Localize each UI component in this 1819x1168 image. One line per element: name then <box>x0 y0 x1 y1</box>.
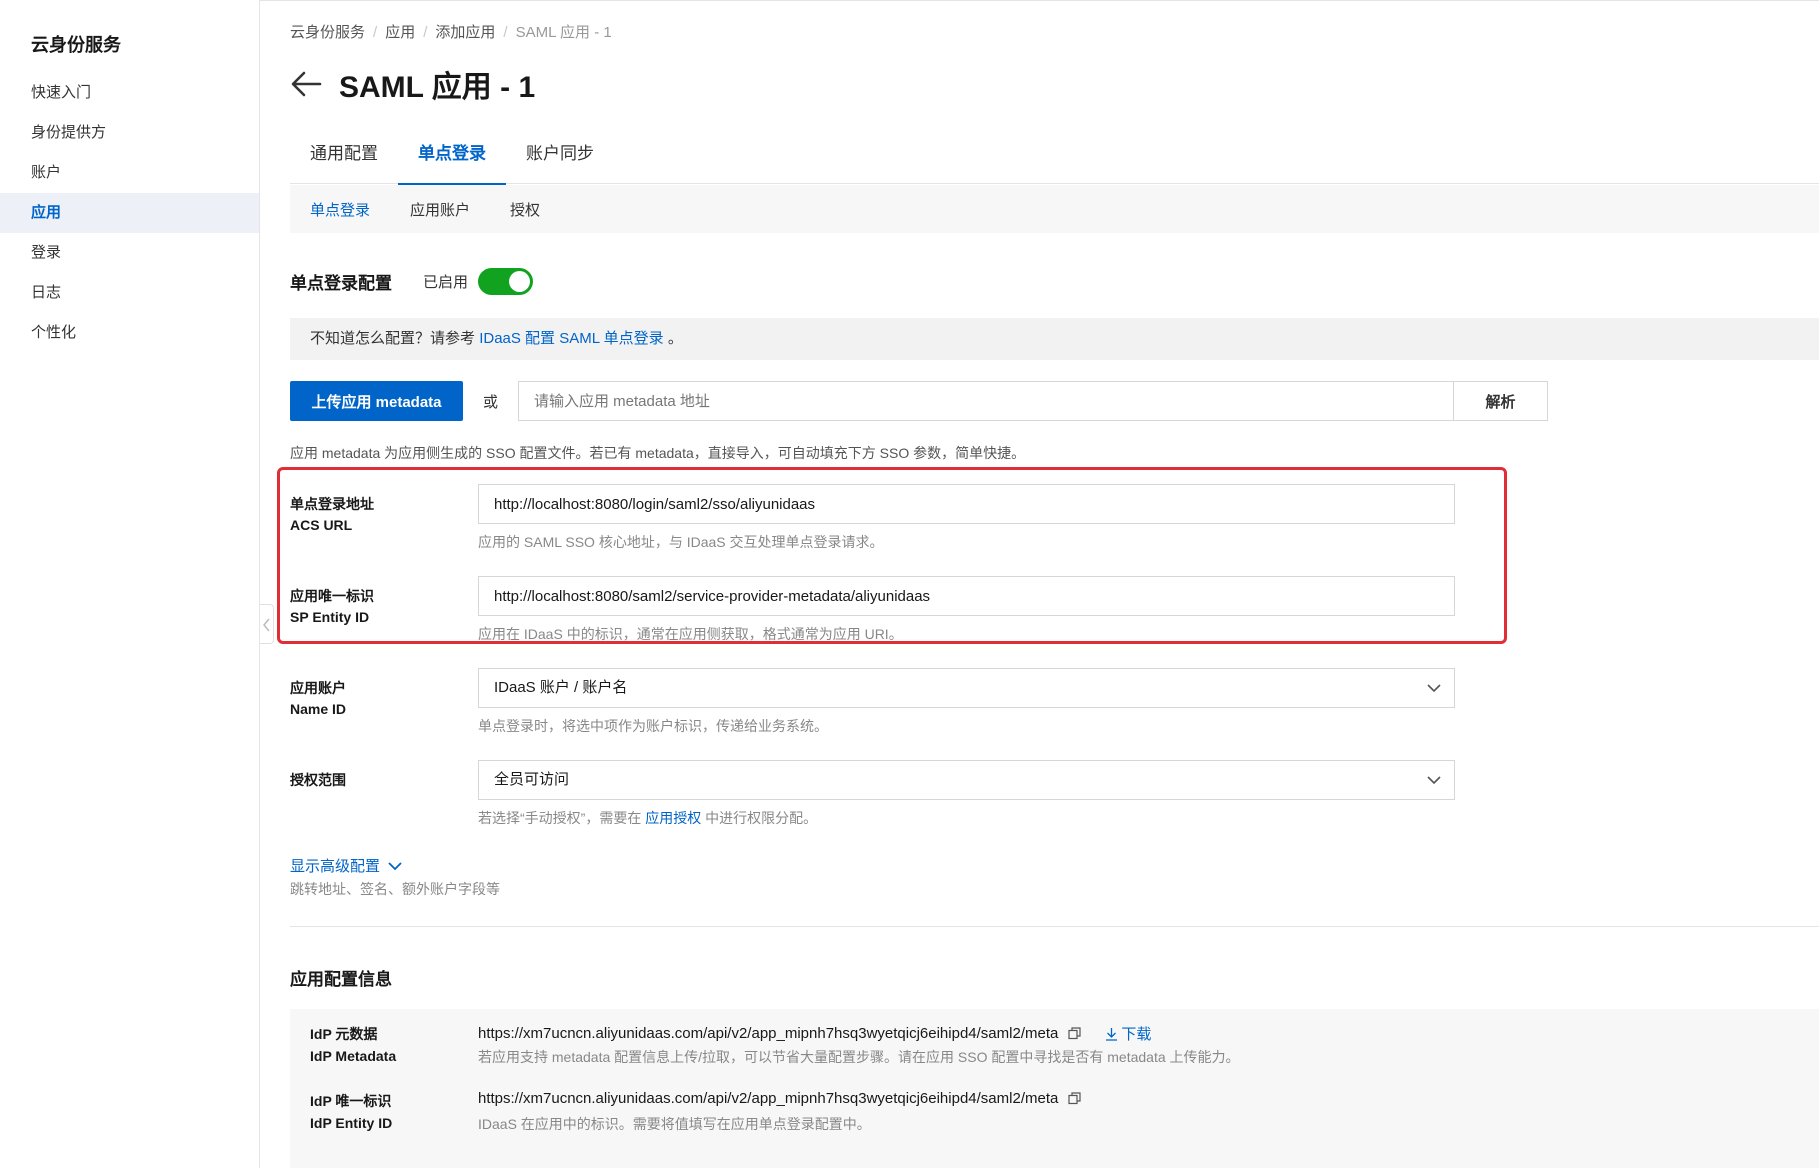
tip-suffix: 。 <box>667 330 683 347</box>
sso-enable-toggle[interactable] <box>478 267 534 295</box>
page-header: SAML 应用 - 1 <box>290 64 535 104</box>
sp-entity-id-label: 应用唯一标识 SP Entity ID <box>290 586 374 628</box>
sp-entity-id-label-en: SP Entity ID <box>290 609 370 625</box>
breadcrumb-current: SAML 应用 - 1 <box>515 24 612 41</box>
name-id-help: 单点登录时，将选中项作为账户标识，传递给业务系统。 <box>478 718 828 734</box>
chevron-down-icon <box>388 861 402 870</box>
subtab-single-sign-on[interactable]: 单点登录 <box>290 199 390 220</box>
auth-scope-label-cn: 授权范围 <box>290 772 346 788</box>
idp-metadata-label-cn: IdP 元数据 <box>310 1026 378 1042</box>
name-id-label-en: Name ID <box>290 701 347 717</box>
breadcrumb-item[interactable]: 云身份服务 <box>290 24 365 41</box>
chevron-down-icon <box>1427 684 1441 693</box>
back-arrow-icon[interactable] <box>290 67 324 101</box>
acs-url-label-en: ACS URL <box>290 517 353 533</box>
auth-scope-help-prefix: 若选择“手动授权”，需要在 <box>478 810 642 826</box>
idp-metadata-value-row: https://xm7ucncn.aliyunidaas.com/api/v2/… <box>478 1023 1151 1044</box>
parse-button[interactable]: 解析 <box>1453 381 1548 421</box>
acs-url-label: 单点登录地址 ACS URL <box>290 494 374 536</box>
copy-icon[interactable] <box>1068 1092 1081 1105</box>
breadcrumb-item[interactable]: 应用 <box>385 24 415 41</box>
name-id-label: 应用账户 Name ID <box>290 678 346 720</box>
breadcrumb-separator: / <box>423 24 428 41</box>
sidebar-item-login[interactable]: 登录 <box>0 233 259 273</box>
sidebar-item-applications[interactable]: 应用 <box>0 193 259 233</box>
sidebar-item-quickstart[interactable]: 快速入门 <box>0 73 259 113</box>
subtab-app-accounts[interactable]: 应用账户 <box>390 199 490 220</box>
main-tabs: 通用配置 单点登录 账户同步 <box>290 130 1819 185</box>
auth-scope-help: 若选择“手动授权”，需要在 应用授权 中进行权限分配。 <box>478 808 817 828</box>
show-advanced-config-toggle[interactable]: 显示高级配置 <box>290 855 402 876</box>
chevron-down-icon <box>1427 776 1441 785</box>
toggle-knob <box>509 270 531 292</box>
breadcrumb-separator: / <box>503 24 508 41</box>
tab-single-sign-on[interactable]: 单点登录 <box>398 130 506 185</box>
name-id-selected-value: IDaaS 账户 / 账户名 <box>494 679 628 696</box>
advanced-config-hint: 跳转地址、签名、额外账户字段等 <box>290 881 500 897</box>
metadata-import-row: 上传应用 metadata 或 解析 <box>290 381 1548 421</box>
idp-entity-id-label: IdP 唯一标识 IdP Entity ID <box>310 1090 392 1134</box>
breadcrumb: 云身份服务 / 应用 / 添加应用 / SAML 应用 - 1 <box>290 21 612 42</box>
sidebar-item-personalization[interactable]: 个性化 <box>0 313 259 353</box>
tip-text: 不知道怎么配置？请参考 <box>310 330 476 347</box>
acs-url-input[interactable] <box>478 484 1455 524</box>
sso-status-text: 已启用 <box>423 273 469 291</box>
sidebar-item-accounts[interactable]: 账户 <box>0 153 259 193</box>
idp-metadata-label: IdP 元数据 IdP Metadata <box>310 1023 396 1067</box>
breadcrumb-separator: / <box>373 24 378 41</box>
help-tip-banner: 不知道怎么配置？请参考 IDaaS 配置 SAML 单点登录 。 <box>290 318 1819 360</box>
sidebar-item-identity-providers[interactable]: 身份提供方 <box>0 113 259 153</box>
sidebar-collapse-handle[interactable] <box>260 604 274 644</box>
acs-url-help: 应用的 SAML SSO 核心地址，与 IDaaS 交互处理单点登录请求。 <box>478 534 884 550</box>
subtab-authorization[interactable]: 授权 <box>490 199 560 220</box>
sp-entity-id-help: 应用在 IDaaS 中的标识，通常在应用侧获取，格式通常为应用 URI。 <box>478 626 903 642</box>
idp-entity-id-label-en: IdP Entity ID <box>310 1115 393 1131</box>
app-config-info-panel: IdP 元数据 IdP Metadata https://xm7ucncn.al… <box>290 1009 1819 1168</box>
download-label: 下载 <box>1121 1026 1152 1043</box>
idp-metadata-url: https://xm7ucncn.aliyunidaas.com/api/v2/… <box>478 1025 1059 1042</box>
app-authorization-link[interactable]: 应用授权 <box>645 810 701 826</box>
app-config-info-title: 应用配置信息 <box>290 970 392 989</box>
sub-tabs: 单点登录 应用账户 授权 <box>290 185 1819 233</box>
download-metadata-link[interactable]: 下载 <box>1105 1023 1151 1044</box>
auth-scope-label: 授权范围 <box>290 770 346 791</box>
idp-metadata-label-en: IdP Metadata <box>310 1048 397 1064</box>
name-id-select[interactable]: IDaaS 账户 / 账户名 <box>478 668 1455 708</box>
sidebar-item-logs[interactable]: 日志 <box>0 273 259 313</box>
sidebar: 云身份服务 快速入门 身份提供方 账户 应用 登录 日志 个性化 <box>0 0 260 1168</box>
auth-scope-select[interactable]: 全员可访问 <box>478 760 1455 800</box>
copy-icon[interactable] <box>1068 1027 1081 1040</box>
page-title: SAML 应用 - 1 <box>339 71 536 104</box>
chevron-left-icon <box>263 618 270 632</box>
auth-scope-help-suffix: 中进行权限分配。 <box>705 810 818 826</box>
tip-doc-link[interactable]: IDaaS 配置 SAML 单点登录 <box>479 330 663 347</box>
acs-url-label-cn: 单点登录地址 <box>290 496 374 512</box>
name-id-label-cn: 应用账户 <box>290 680 346 696</box>
sso-config-label: 单点登录配置 <box>290 273 392 293</box>
idp-entity-id-value-row: https://xm7ucncn.aliyunidaas.com/api/v2/… <box>478 1090 1081 1107</box>
metadata-hint: 应用 metadata 为应用侧生成的 SSO 配置文件。若已有 metadat… <box>290 445 1026 461</box>
sidebar-nav: 快速入门 身份提供方 账户 应用 登录 日志 个性化 <box>0 73 259 353</box>
idp-entity-id-url: https://xm7ucncn.aliyunidaas.com/api/v2/… <box>478 1090 1059 1107</box>
sp-entity-id-input[interactable] <box>478 576 1455 616</box>
metadata-url-input[interactable] <box>518 381 1453 421</box>
idp-entity-id-label-cn: IdP 唯一标识 <box>310 1093 392 1109</box>
main-content: 云身份服务 / 应用 / 添加应用 / SAML 应用 - 1 SAML 应用 - 1 通用… <box>277 0 1819 1168</box>
sidebar-title: 云身份服务 <box>31 35 121 55</box>
download-icon <box>1106 1027 1118 1041</box>
idp-metadata-help: 若应用支持 metadata 配置信息上传/拉取，可以节省大量配置步骤。请在应用… <box>478 1049 1240 1065</box>
tab-account-sync[interactable]: 账户同步 <box>506 130 614 184</box>
breadcrumb-item[interactable]: 添加应用 <box>435 24 495 41</box>
upload-metadata-button[interactable]: 上传应用 metadata <box>290 381 463 421</box>
advanced-config-label: 显示高级配置 <box>290 858 381 875</box>
sp-entity-id-label-cn: 应用唯一标识 <box>290 588 374 604</box>
auth-scope-selected-value: 全员可访问 <box>494 771 570 788</box>
section-divider <box>290 926 1819 927</box>
tab-general-config[interactable]: 通用配置 <box>290 130 398 184</box>
idp-entity-id-help: IDaaS 在应用中的标识。需要将值填写在应用单点登录配置中。 <box>478 1116 871 1132</box>
sso-config-header: 单点登录配置 已启用 <box>290 266 534 296</box>
or-text: 或 <box>482 393 498 411</box>
